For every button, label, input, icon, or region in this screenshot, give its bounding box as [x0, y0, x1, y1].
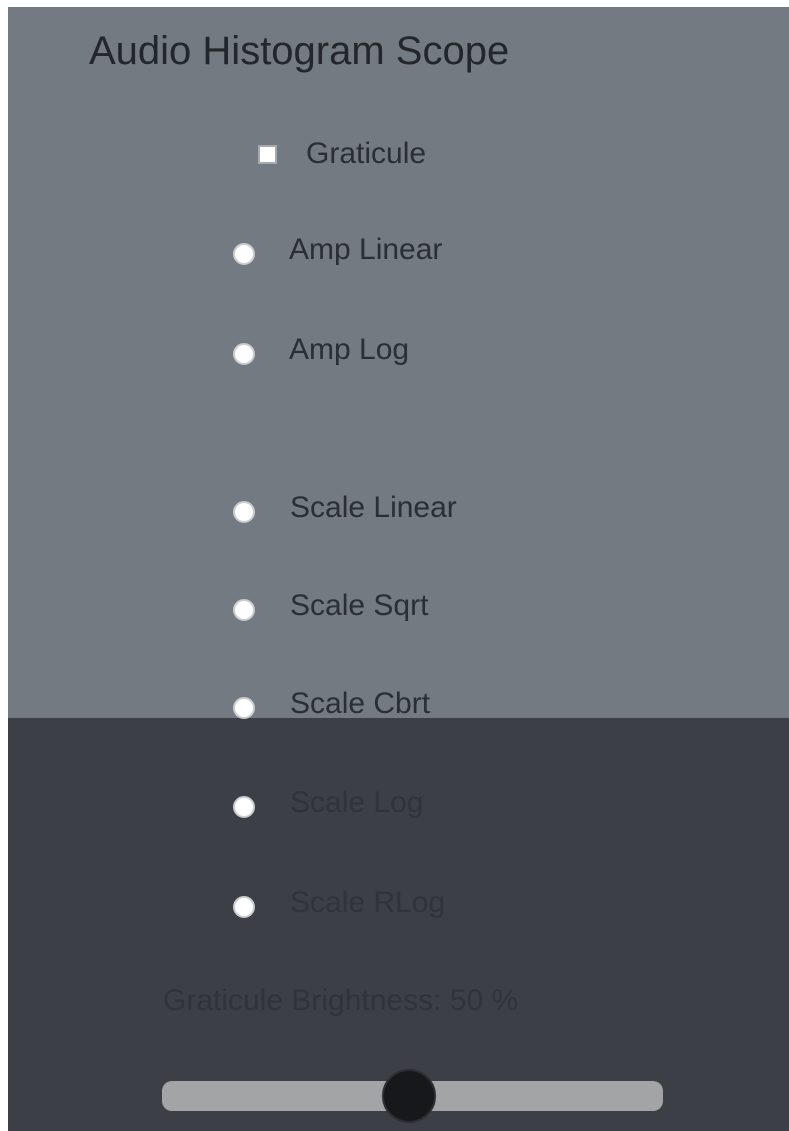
scale-linear-radio[interactable] [233, 501, 255, 523]
graticule-checkbox-row[interactable]: Graticule [254, 137, 504, 181]
scope-settings-panel: Audio Histogram Scope Graticule Amp Line… [8, 7, 789, 1131]
radio-scale-linear[interactable]: Scale Linear [233, 491, 533, 535]
graticule-checkbox[interactable] [258, 145, 277, 164]
graticule-label: Graticule [306, 137, 427, 170]
slider-thumb[interactable] [382, 1069, 436, 1123]
radio-scale-rlog[interactable]: Scale RLog [233, 886, 533, 930]
scale-cbrt-radio[interactable] [233, 697, 255, 719]
amp-log-radio[interactable] [233, 343, 255, 365]
radio-scale-sqrt[interactable]: Scale Sqrt [233, 589, 533, 633]
amp-log-label: Amp Log [289, 333, 410, 366]
scale-log-label: Scale Log [290, 786, 424, 819]
scale-rlog-radio[interactable] [233, 896, 255, 918]
scale-sqrt-label: Scale Sqrt [290, 589, 429, 622]
radio-scale-log[interactable]: Scale Log [233, 786, 533, 830]
scale-log-radio[interactable] [233, 796, 255, 818]
amp-linear-label: Amp Linear [289, 233, 443, 266]
scale-rlog-label: Scale RLog [290, 886, 446, 919]
graticule-brightness-label: Graticule Brightness: 50 % [163, 984, 519, 1017]
radio-amp-log[interactable]: Amp Log [233, 333, 513, 377]
page-title: Audio Histogram Scope [89, 29, 510, 73]
scale-sqrt-radio[interactable] [233, 599, 255, 621]
radio-scale-cbrt[interactable]: Scale Cbrt [233, 687, 533, 731]
scale-linear-label: Scale Linear [290, 491, 457, 524]
scale-cbrt-label: Scale Cbrt [290, 687, 431, 720]
amp-linear-radio[interactable] [233, 243, 255, 265]
radio-amp-linear[interactable]: Amp Linear [233, 233, 513, 277]
